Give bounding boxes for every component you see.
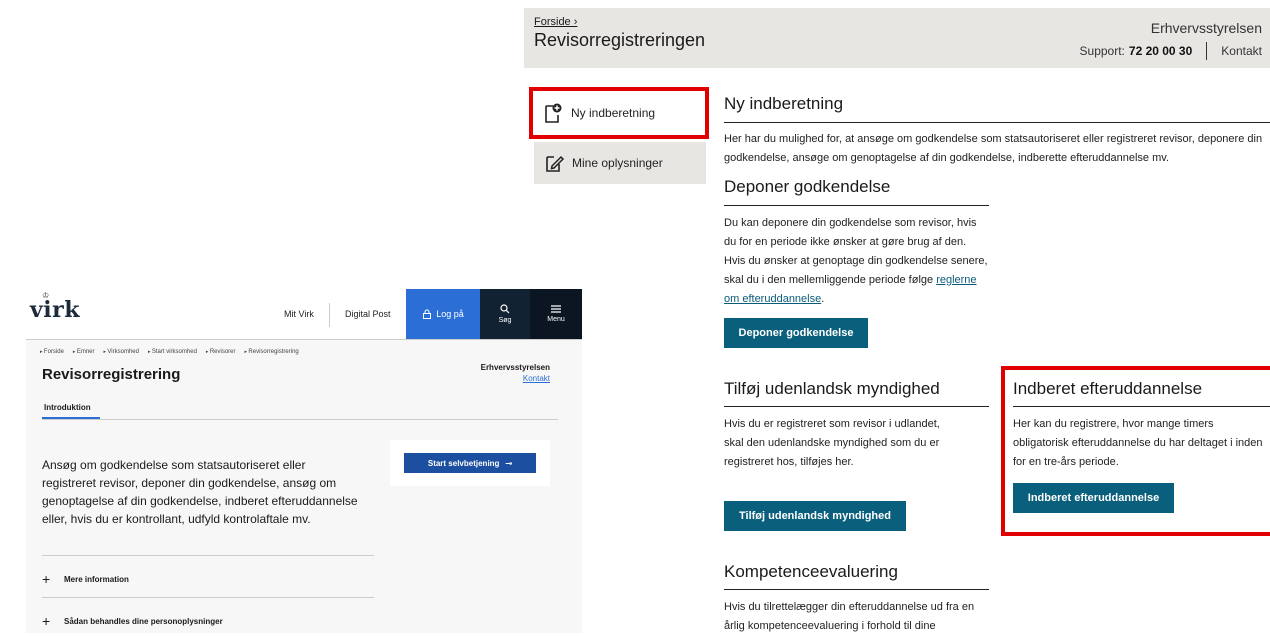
- sidebar-item-mine-oplysninger[interactable]: Mine oplysninger: [534, 142, 706, 184]
- tilfoej-text: Hvis du er registreret som revisor i udl…: [724, 418, 940, 468]
- section-heading-kompetence: Kompetenceevaluering: [724, 562, 898, 581]
- new-document-icon: [545, 103, 562, 123]
- virk-body: Forside Emner Virksomhed Start virksomhe…: [26, 340, 582, 633]
- breadcrumb: Forside Emner Virksomhed Start virksomhe…: [40, 349, 299, 355]
- virk-contact-link[interactable]: Kontakt: [523, 374, 550, 383]
- sidebar-item-ny-indberetning[interactable]: Ny indberetning: [529, 87, 709, 139]
- breadcrumb-item[interactable]: Revisorregistrering: [245, 349, 298, 355]
- expander-mere-information[interactable]: + Mere information: [42, 571, 129, 587]
- breadcrumb-item[interactable]: Forside: [40, 349, 64, 355]
- login-button[interactable]: Log på: [406, 289, 480, 339]
- nav-digital-post[interactable]: Digital Post: [345, 309, 391, 319]
- page-title: Revisorregistreringen: [534, 30, 706, 50]
- virk-page-title: Revisorregistrering: [42, 366, 181, 383]
- expander-label: Sådan behandles dine personoplysninger: [64, 616, 223, 626]
- search-icon: [500, 304, 510, 314]
- start-label: Start selvbetjening: [427, 458, 500, 468]
- kompetence-text: Hvis du tilrettelægger din efteruddannel…: [724, 601, 975, 632]
- start-card: Start selvbetjening ⊸: [390, 440, 550, 486]
- sidebar-item-label: Mine oplysninger: [572, 156, 663, 170]
- section-rule: [724, 122, 1270, 123]
- revisor-header: Forside › Revisorregistreringen Erhvervs…: [524, 8, 1270, 68]
- breadcrumb-item[interactable]: Emner: [73, 349, 95, 355]
- virk-logo[interactable]: virk: [30, 297, 80, 323]
- virk-topbar: ♔ virk Mit Virk Digital Post Log på Søg …: [26, 289, 582, 340]
- plus-icon: +: [42, 613, 51, 629]
- support-phone: 72 20 00 30: [1128, 44, 1193, 58]
- menu-button[interactable]: Menu: [530, 289, 582, 339]
- start-selvbetjening-button[interactable]: Start selvbetjening ⊸: [404, 453, 536, 473]
- intro-text: Her har du mulighed for, at ansøge om go…: [724, 133, 1263, 164]
- support-info: Support: 72 20 00 30 Kontakt: [1080, 42, 1262, 60]
- search-button[interactable]: Søg: [480, 289, 530, 339]
- arrow-key-icon: ⊸: [505, 458, 513, 468]
- section-heading-deponer: Deponer godkendelse: [724, 177, 891, 196]
- breadcrumb-item[interactable]: Revisorer: [206, 349, 236, 355]
- tab-rule: [42, 419, 558, 420]
- virk-description: Ansøg om godkendelse som statsautorisere…: [42, 458, 358, 526]
- highlight-indberet-box: [1001, 366, 1270, 536]
- expander-personoplysninger[interactable]: + Sådan behandles dine personoplysninger: [42, 613, 223, 629]
- section-rule: [724, 406, 989, 407]
- support-label: Support:: [1079, 44, 1125, 58]
- lock-icon: [423, 309, 432, 319]
- deponer-godkendelse-button[interactable]: Deponer godkendelse: [724, 318, 868, 348]
- sidebar-item-label: Ny indberetning: [571, 106, 656, 120]
- tab-introduktion[interactable]: Introduktion: [44, 403, 91, 412]
- tilfoej-myndighed-button[interactable]: Tilføj udenlandsk myndighed: [724, 501, 906, 531]
- section-rule: [724, 589, 989, 590]
- section-rule: [724, 205, 989, 206]
- nav-mit-virk[interactable]: Mit Virk: [284, 309, 314, 319]
- search-label: Søg: [498, 317, 512, 324]
- virk-org-name: Erhvervsstyrelsen: [480, 363, 550, 372]
- expander-rule: [42, 597, 374, 598]
- section-heading-tilfoej: Tilføj udenlandsk myndighed: [724, 379, 940, 398]
- expander-rule: [42, 555, 374, 556]
- nav-divider: [329, 303, 330, 327]
- divider: [1206, 42, 1208, 60]
- plus-icon: +: [42, 571, 51, 587]
- contact-link[interactable]: Kontakt: [1221, 44, 1262, 58]
- virk-screenshot: ♔ virk Mit Virk Digital Post Log på Søg …: [26, 289, 582, 633]
- menu-label: Menu: [547, 316, 565, 323]
- section-heading-ny-indberetning: Ny indberetning: [724, 94, 844, 113]
- org-name: Erhvervsstyrelsen: [1150, 20, 1262, 36]
- deponer-text: Du kan deponere din godkendelse som revi…: [724, 214, 990, 309]
- deponer-period: .: [821, 293, 825, 305]
- breadcrumb-item[interactable]: Start virksomhed: [148, 349, 197, 355]
- edit-document-icon: [546, 155, 565, 172]
- expander-label: Mere information: [64, 574, 129, 584]
- hamburger-icon: [551, 305, 561, 313]
- breadcrumb-forside[interactable]: Forside ›: [534, 16, 577, 28]
- breadcrumb-item[interactable]: Virksomhed: [104, 349, 139, 355]
- login-label: Log på: [436, 309, 464, 319]
